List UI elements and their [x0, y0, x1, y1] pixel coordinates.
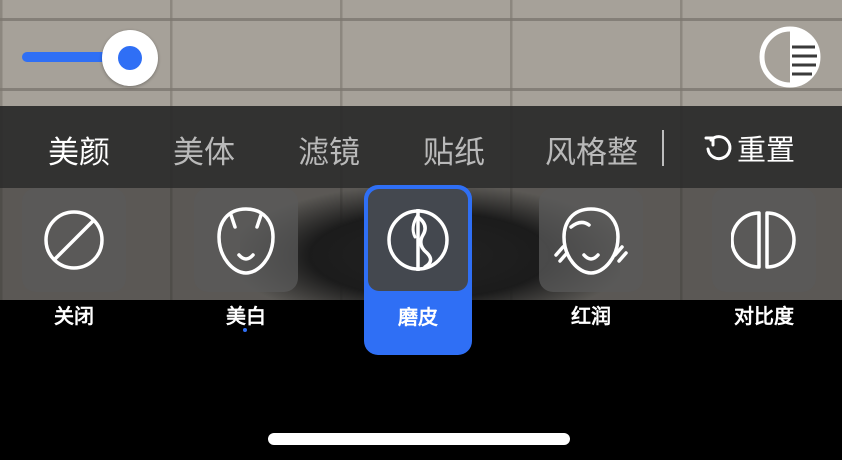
contrast-icon [731, 211, 796, 269]
tile-grout [0, 88, 842, 91]
option-contrast-label: 对比度 [734, 304, 794, 328]
rosy-icon [554, 207, 628, 275]
option-contrast[interactable]: 对比度 [712, 188, 816, 328]
reset-button[interactable]: 重置 [703, 127, 795, 169]
option-smooth-skin[interactable]: 磨皮 [364, 185, 472, 355]
reset-label: 重置 [737, 133, 796, 167]
option-rosy-tile[interactable] [539, 188, 643, 292]
tab-divider [662, 130, 664, 166]
effect-tab-bar: 美颜 美体 滤镜 贴纸 风格整 重置 [0, 106, 842, 188]
whiten-icon [217, 207, 275, 275]
off-icon [44, 210, 104, 270]
option-smooth-skin-label: 磨皮 [398, 305, 438, 329]
intensity-slider-handle[interactable] [102, 30, 158, 86]
reset-icon [704, 135, 732, 161]
option-whiten-tile[interactable] [194, 188, 298, 292]
tab-beauty[interactable]: 美颜 [48, 127, 110, 172]
option-contrast-tile[interactable] [712, 188, 816, 292]
option-rosy-label: 红润 [571, 304, 611, 328]
home-indicator[interactable] [268, 433, 570, 445]
option-rosy[interactable]: 红润 [539, 188, 643, 328]
option-off[interactable]: 关闭 [22, 188, 126, 328]
tab-sticker[interactable]: 贴纸 [423, 127, 485, 172]
option-whiten[interactable]: 美白 [194, 188, 298, 328]
tab-body[interactable]: 美体 [173, 127, 235, 172]
tab-style[interactable]: 风格整 [545, 127, 638, 170]
option-smooth-skin-tile[interactable] [368, 189, 468, 291]
option-off-label: 关闭 [54, 304, 94, 328]
option-off-tile[interactable] [22, 188, 126, 292]
adjusted-indicator-dot [243, 328, 247, 332]
smooth-skin-icon [387, 209, 449, 271]
tile-grout [0, 18, 842, 21]
compare-button[interactable] [759, 26, 821, 88]
compare-icon [759, 26, 821, 88]
option-whiten-label: 美白 [226, 304, 266, 328]
tab-style-clip: 风格整 [545, 124, 662, 170]
tab-filter[interactable]: 滤镜 [298, 127, 360, 172]
